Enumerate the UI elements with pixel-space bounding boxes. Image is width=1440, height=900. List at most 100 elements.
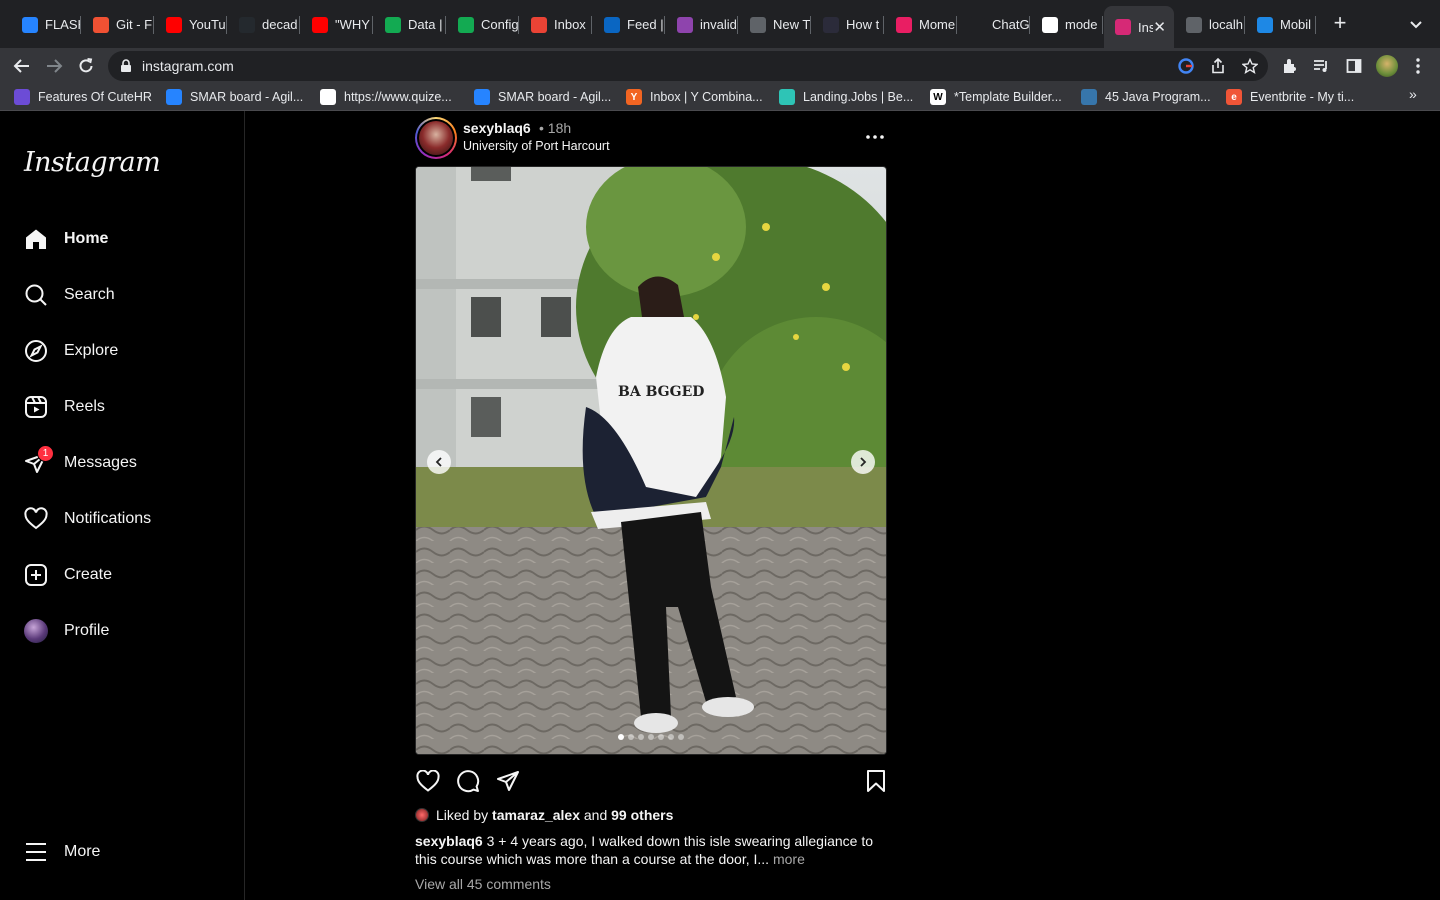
nav-more-label: More — [64, 843, 101, 860]
bookmark-item[interactable]: e Eventbrite - My ti... — [1226, 86, 1354, 108]
browser-tab[interactable]: Feed | — [593, 9, 665, 40]
reload-button[interactable] — [72, 52, 100, 80]
heart-icon — [416, 770, 440, 792]
bookmark-item[interactable]: W *Template Builder... — [930, 86, 1062, 108]
nav-create-label: Create — [64, 566, 113, 583]
extensions-icon[interactable] — [1280, 56, 1300, 76]
browser-tab[interactable]: Mobil — [1246, 9, 1316, 40]
google-lens-icon[interactable] — [1177, 57, 1195, 75]
browser-tab[interactable]: Data | — [374, 9, 446, 40]
tab-title: localh — [1209, 17, 1243, 32]
view-comments-link[interactable]: View all 45 comments — [415, 876, 551, 892]
browser-tab[interactable]: YouTu — [155, 9, 227, 40]
nav-messages[interactable]: 1 Messages — [12, 439, 232, 487]
browser-tab[interactable]: mode — [1031, 9, 1103, 40]
comment-button[interactable] — [455, 768, 481, 794]
post-time[interactable]: • 18h — [539, 120, 571, 136]
back-button[interactable] — [8, 52, 36, 80]
nav-explore-label: Explore — [64, 342, 119, 359]
likes-others-link[interactable]: 99 others — [611, 807, 673, 823]
like-button[interactable] — [415, 768, 441, 794]
save-button[interactable] — [863, 768, 889, 794]
tab-search-chevron-icon[interactable] — [1406, 14, 1426, 34]
browser-tab[interactable]: Inbox — [520, 9, 592, 40]
browser-tab[interactable]: invalid — [666, 9, 738, 40]
mongodb-icon — [385, 16, 401, 33]
share-icon[interactable] — [1209, 57, 1227, 75]
tab-title: Git - F — [116, 17, 153, 32]
chevron-right-icon — [860, 457, 867, 467]
bookmark-item[interactable]: Y Inbox | Y Combina... — [626, 86, 763, 108]
tab-title: Mobil — [1280, 17, 1312, 32]
bookmark-label: SMAR board - Agil... — [498, 90, 612, 104]
bookmark-label: Eventbrite - My ti... — [1250, 90, 1355, 104]
nav-profile[interactable]: Profile — [12, 607, 232, 655]
post-caption: sexyblaq6 3 + 4 years ago, I walked down… — [415, 832, 895, 868]
browser-tab[interactable]: Git - F — [82, 9, 154, 40]
post-username[interactable]: sexyblaq6 — [463, 120, 531, 136]
nav-search[interactable]: Search — [12, 271, 232, 319]
browser-tab[interactable]: Inst✕ — [1104, 6, 1174, 48]
bookmark-item[interactable]: https://www.quize... — [320, 86, 452, 108]
side-panel-icon[interactable] — [1344, 56, 1364, 76]
share-button[interactable] — [495, 768, 521, 794]
post-location[interactable]: University of Port Harcourt — [463, 139, 610, 153]
browser-tab[interactable]: New T — [739, 9, 811, 40]
forward-button[interactable] — [40, 52, 68, 80]
browser-tab[interactable]: decad — [228, 9, 300, 40]
nav-notifications[interactable]: Notifications — [12, 495, 232, 543]
bookmarks-overflow-button[interactable]: » — [1409, 86, 1417, 102]
post-options-icon[interactable] — [863, 129, 887, 145]
carousel-dot — [638, 734, 644, 740]
bookmark-item[interactable]: SMAR board - Agil... — [474, 86, 611, 108]
bookmark-item[interactable]: SMAR board - Agil... — [166, 86, 303, 108]
browser-tab[interactable]: Config — [447, 9, 519, 40]
bookmark-label: 45 Java Program... — [1105, 90, 1211, 104]
browser-tab[interactable]: localh — [1175, 9, 1245, 40]
nav-home[interactable]: Home — [12, 215, 232, 263]
bookmark-favicon-icon — [166, 89, 182, 105]
nav-reels[interactable]: Reels — [12, 383, 232, 431]
carousel-next-button[interactable] — [851, 450, 875, 474]
nav-more[interactable]: More — [12, 828, 232, 876]
caption-more-link[interactable]: more — [773, 851, 805, 867]
nav-messages-label: Messages — [64, 454, 137, 471]
post-author-avatar[interactable] — [415, 117, 457, 159]
app-icon — [677, 16, 693, 33]
media-controls-icon[interactable] — [1311, 56, 1331, 76]
bookmark-item[interactable]: Features Of CuteHR — [14, 86, 152, 108]
caption-username[interactable]: sexyblaq6 — [415, 833, 483, 849]
tab-title: Data | — [408, 17, 443, 32]
bookmark-item[interactable]: Landing.Jobs | Be... — [779, 86, 913, 108]
close-tab-icon[interactable]: ✕ — [1153, 18, 1166, 36]
profile-avatar-icon — [24, 619, 48, 643]
instagram-sidebar: Instagram Home Search Explore Reels 1 Me… — [0, 111, 245, 900]
browser-tab[interactable]: Mome — [885, 9, 957, 40]
bookmark-favicon-icon — [14, 89, 30, 105]
nav-explore[interactable]: Explore — [12, 327, 232, 375]
bookmark-favicon-icon — [1081, 89, 1097, 105]
address-bar[interactable]: instagram.com — [108, 51, 1268, 81]
carousel-prev-button[interactable] — [427, 450, 451, 474]
nav-reels-label: Reels — [64, 398, 105, 415]
bookmark-icon — [867, 770, 885, 792]
post-image[interactable]: BA BGGED — [415, 166, 887, 755]
back-arrow-icon — [13, 59, 29, 73]
browser-tab[interactable]: FLASH — [11, 9, 81, 40]
browser-tab[interactable]: ChatG — [958, 9, 1030, 40]
liked-by-username[interactable]: tamaraz_alex — [492, 807, 580, 823]
new-tab-button[interactable]: + — [1328, 12, 1352, 36]
instagram-logo[interactable]: Instagram — [24, 147, 161, 178]
carousel-dot — [648, 734, 654, 740]
bookmark-label: Inbox | Y Combina... — [650, 90, 763, 104]
bookmark-star-icon[interactable] — [1241, 57, 1259, 75]
bookmark-item[interactable]: 45 Java Program... — [1081, 86, 1211, 108]
tab-title: New T — [773, 17, 811, 32]
tab-title: Inst — [1138, 19, 1154, 35]
browser-tab[interactable]: "WHY — [301, 9, 373, 40]
profile-avatar[interactable] — [1375, 54, 1399, 78]
tab-title: FLASH — [45, 17, 81, 32]
browser-tab[interactable]: How t — [812, 9, 884, 40]
nav-create[interactable]: Create — [12, 551, 232, 599]
chrome-menu-icon[interactable] — [1408, 56, 1428, 76]
